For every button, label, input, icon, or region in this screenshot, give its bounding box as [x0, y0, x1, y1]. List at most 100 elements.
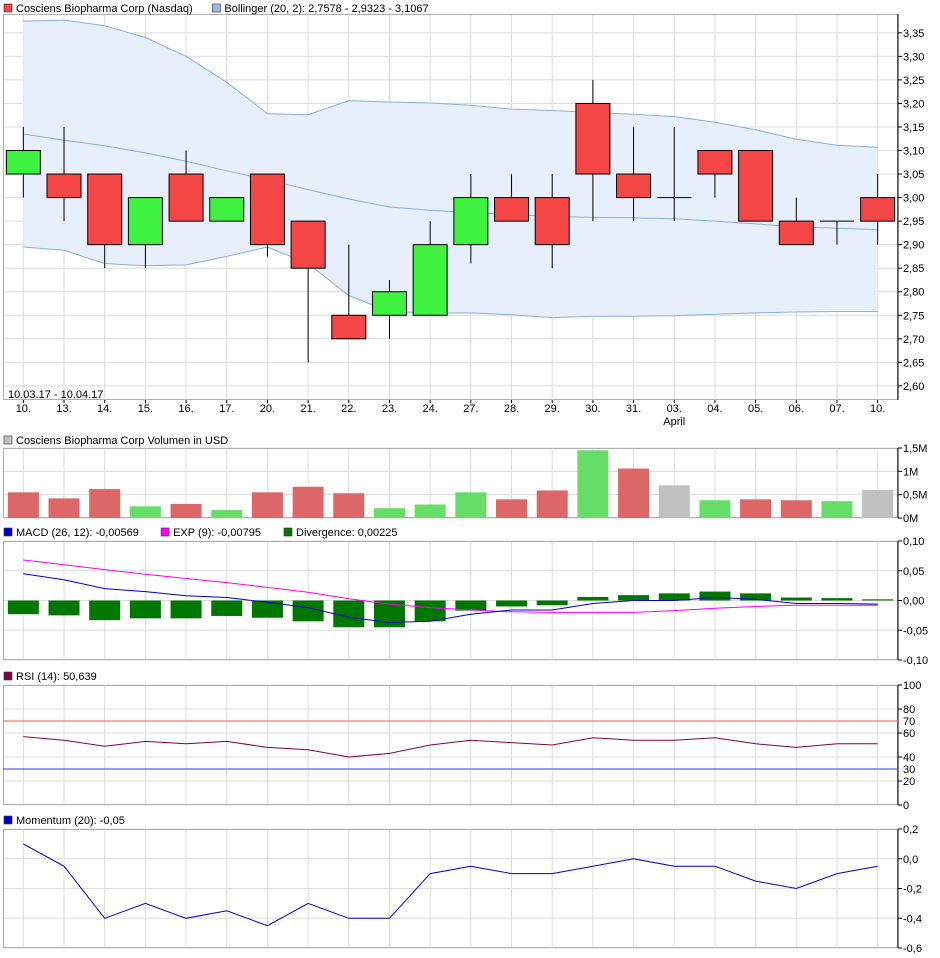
macd-legend-label: MACD (26, 12): -0,00569 — [16, 527, 139, 539]
price-x-tick-label: 27. — [463, 403, 478, 415]
price-y-tick-label: 3,25 — [903, 75, 924, 87]
macd-y-tick-label: 0,10 — [903, 536, 924, 548]
divergence-bar — [536, 600, 568, 606]
macd-legend-label: Divergence: 0,00225 — [296, 527, 398, 539]
candle-body — [371, 291, 407, 316]
price-x-tick-label: 14. — [97, 403, 112, 415]
price-y-tick-label: 2,60 — [903, 381, 924, 393]
macd-y-tick-label: -0,10 — [903, 655, 928, 667]
divergence-bar — [129, 600, 161, 619]
price-x-tick-label: 04. — [707, 403, 722, 415]
divergence-bar — [211, 600, 243, 616]
chart-svg: 2,60 2,65 2,70 2,75 2,80 2,85 2,90 2,95 3,00 3,05… — [3, 3, 928, 955]
price-y-tick-label: 2,85 — [903, 263, 924, 275]
candle-body — [249, 173, 285, 246]
rsi-reference-label: 70 — [903, 716, 915, 728]
rsi-y-tick-label: 100 — [903, 680, 921, 692]
price-x-tick-label: 15. — [138, 403, 153, 415]
price-y-tick-label: 2,90 — [903, 240, 924, 252]
price-y-tick-label: 3,20 — [903, 98, 924, 110]
macd-legend-swatch — [283, 527, 293, 537]
divergence-bar — [251, 600, 283, 618]
candle-body — [453, 197, 489, 246]
volume-bar — [658, 485, 690, 518]
price-x-tick-label: 29. — [545, 403, 560, 415]
volume-bar — [699, 500, 731, 518]
stock-chart: 2,60 2,65 2,70 2,75 2,80 2,85 2,90 2,95 3,00 3,05… — [0, 0, 940, 958]
candle-body — [738, 150, 774, 222]
candle-body — [5, 150, 41, 175]
date-range-label: 10.03.17 - 10.04.17 — [8, 389, 103, 401]
volume-bar — [496, 499, 528, 518]
macd-legend-swatch — [160, 527, 170, 537]
candle-body — [46, 173, 82, 199]
price-y-tick-label: 3,05 — [903, 169, 924, 181]
candle-body — [290, 220, 326, 269]
price-y-tick-label: 3,00 — [903, 193, 924, 205]
price-x-tick-label: 30. — [585, 403, 600, 415]
price-x-tick-label: 13. — [56, 403, 71, 415]
price-legend-label: Cosciens Biopharma Corp (Nasdaq) — [16, 3, 193, 15]
candle-body — [534, 197, 570, 246]
price-y-tick-label: 2,95 — [903, 216, 924, 228]
rsi-y-tick-label: 80 — [903, 704, 915, 716]
price-legend-label: Bollinger (20, 2): 2,7578 - 2,9323 - 3,1… — [224, 3, 428, 15]
volume-bar — [211, 510, 243, 518]
divergence-bar — [821, 598, 853, 601]
volume-bar — [292, 486, 324, 518]
macd-y-tick-label: 0,00 — [903, 596, 924, 608]
mom-y-tick-label: -0,2 — [903, 884, 922, 896]
divergence-bar — [780, 597, 812, 601]
volume-bar — [48, 498, 80, 518]
price-y-tick-label: 3,30 — [903, 51, 924, 63]
volume-bar — [129, 506, 161, 518]
divergence-bar — [699, 591, 731, 601]
volume-bar — [455, 492, 487, 518]
rsi-legend-swatch — [3, 671, 13, 681]
candle-body — [778, 220, 814, 246]
divergence-bar — [48, 600, 80, 616]
price-legend-swatch — [212, 3, 221, 13]
mom-y-tick-label: -0,4 — [903, 913, 922, 925]
candle-body — [575, 102, 611, 175]
price-y-tick-label: 2,65 — [903, 357, 924, 369]
volume-bar — [414, 504, 446, 518]
vol-legend-label: Cosciens Biopharma Corp Volumen in USD — [16, 435, 228, 447]
macd-y-tick-label: -0,05 — [903, 625, 928, 637]
divergence-bar — [496, 600, 528, 607]
price-x-tick-label: 23. — [382, 403, 397, 415]
price-x-month-label: April — [663, 416, 685, 428]
mom-legend-label: Momentum (20): -0,05 — [16, 815, 125, 827]
divergence-bar — [577, 596, 609, 601]
volume-bar — [536, 490, 568, 518]
divergence-bar — [292, 600, 324, 622]
rsi-legend-label: RSI (14): 50,639 — [16, 671, 97, 683]
price-x-tick-label: 10. — [16, 403, 31, 415]
divergence-bar — [414, 600, 446, 622]
divergence-bar — [618, 595, 650, 601]
candle-body — [168, 173, 204, 222]
price-x-tick-label: 05. — [748, 403, 763, 415]
volume-bar — [251, 492, 283, 518]
price-y-tick-label: 2,80 — [903, 287, 924, 299]
price-legend-swatch — [3, 3, 13, 13]
vol-y-tick-label: 1,5M — [903, 443, 927, 455]
macd-legend-swatch — [3, 527, 13, 537]
rsi-y-tick-label: 60 — [903, 728, 915, 740]
price-x-tick-label: 10. — [870, 403, 885, 415]
volume-bar — [89, 489, 121, 518]
price-x-tick-label: 20. — [260, 403, 275, 415]
volume-bar — [333, 493, 365, 518]
mom-y-tick-label: 0,2 — [903, 824, 918, 836]
volume-bar — [577, 450, 609, 518]
price-y-tick-label: 3,35 — [903, 28, 924, 40]
candle-body — [494, 197, 530, 222]
candle-body — [209, 197, 245, 222]
volume-bar — [780, 500, 812, 518]
mom-y-tick-label: 0,0 — [903, 854, 918, 866]
rsi-y-tick-label: 40 — [903, 752, 915, 764]
price-x-tick-label: 03. — [667, 403, 682, 415]
volume-bar — [373, 508, 405, 518]
price-x-tick-label: 31. — [626, 403, 641, 415]
macd-legend-label: EXP (9): -0,00795 — [173, 527, 261, 539]
